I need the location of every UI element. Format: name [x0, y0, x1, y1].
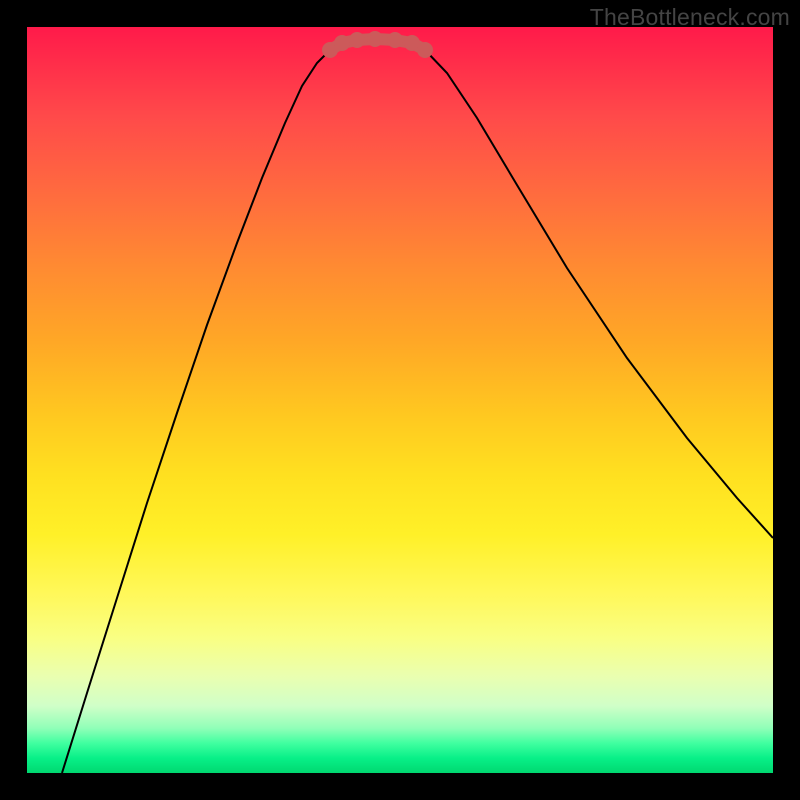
plateau-dot [349, 32, 365, 48]
right-curve [425, 50, 773, 538]
chart-lines [62, 50, 773, 773]
left-curve [62, 50, 330, 773]
plateau-dot [417, 42, 433, 58]
plateau-dot [367, 31, 383, 47]
chart-plateau-marker [322, 31, 433, 58]
plateau-dot [387, 32, 403, 48]
chart-svg [27, 27, 773, 773]
plateau-dot [334, 35, 350, 51]
